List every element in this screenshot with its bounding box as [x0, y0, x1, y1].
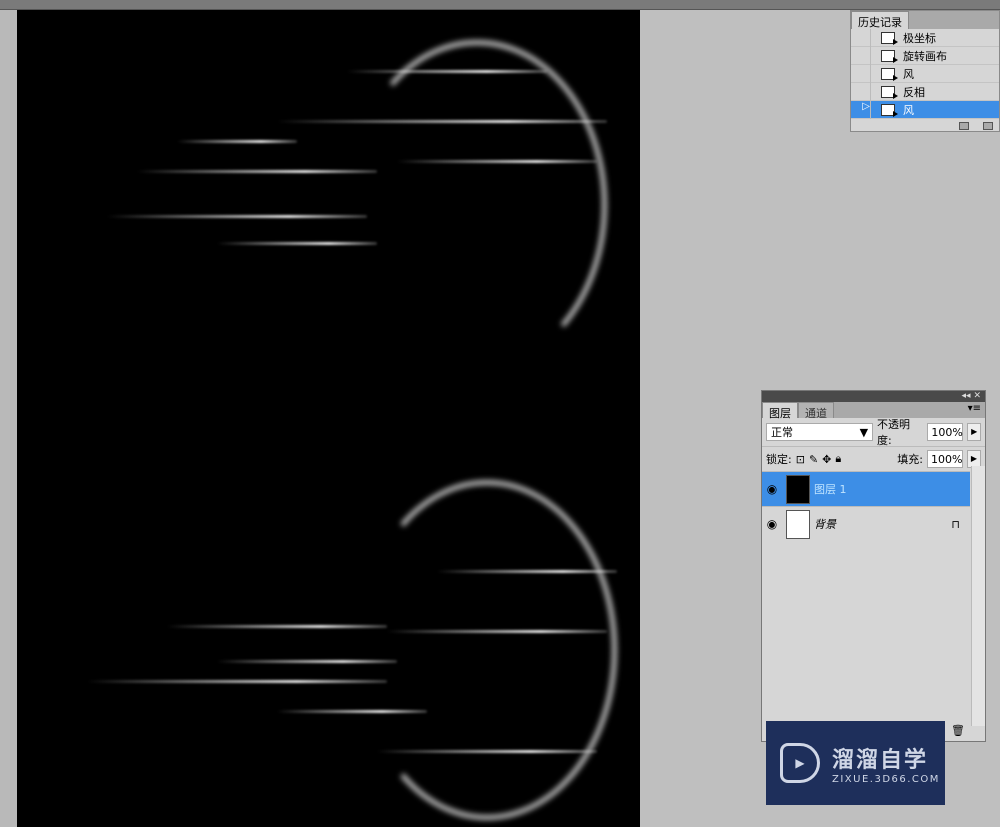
artwork-stroke: [177, 140, 297, 143]
artwork-stroke: [277, 120, 607, 123]
tab-layers[interactable]: 图层: [762, 402, 798, 420]
lock-position-icon[interactable]: ✥: [822, 453, 831, 466]
history-item-label: 风: [903, 67, 914, 81]
watermark-url: ZIXUE.3D66.COM: [832, 773, 940, 785]
layer-row[interactable]: ◉ 背景 ⊓: [762, 506, 970, 541]
snapshot-checkbox[interactable]: [851, 46, 871, 65]
layer-name[interactable]: 背景: [814, 516, 836, 532]
fill-label: 填充:: [897, 453, 923, 466]
lock-all-icon[interactable]: 🔒︎: [835, 452, 841, 466]
layer-lock-icon: ⊓: [951, 517, 960, 531]
history-state-icon: [881, 49, 898, 63]
close-icon[interactable]: ✕: [973, 391, 981, 401]
history-item-label: 风: [903, 103, 914, 117]
blend-mode-select[interactable]: 正常 ▼: [766, 423, 874, 441]
history-item[interactable]: 旋转画布: [851, 46, 999, 65]
snapshot-checkbox[interactable]: [851, 64, 871, 83]
visibility-eye-icon[interactable]: ◉: [762, 482, 782, 496]
panel-menu-icon[interactable]: ▾≡: [968, 403, 981, 414]
artwork-stroke: [217, 242, 377, 245]
history-item-label: 旋转画布: [903, 49, 947, 63]
artwork-stroke: [357, 480, 617, 820]
artwork-stroke: [397, 160, 597, 163]
artwork-stroke: [137, 170, 377, 173]
artwork-stroke: [377, 750, 597, 753]
history-state-icon: [881, 67, 898, 81]
fill-input[interactable]: 100%: [927, 450, 963, 468]
layer-name[interactable]: 图层 1: [814, 481, 847, 497]
history-item[interactable]: 风: [851, 64, 999, 83]
new-document-icon[interactable]: [959, 122, 969, 130]
layers-panel: ◂◂ ✕ 图层 通道 ▾≡ 正常 ▼ 不透明度: 100% ▶ 锁定: ⊡ ✎ ✥…: [761, 390, 986, 742]
snapshot-checkbox[interactable]: [851, 82, 871, 101]
artwork-stroke: [347, 40, 607, 370]
opacity-slider-button[interactable]: ▶: [967, 423, 981, 441]
history-panel: 历史记录 极坐标 旋转画布 风 反相 ▷ 风: [850, 10, 1000, 132]
watermark-title: 溜溜自学: [832, 747, 929, 773]
artwork-stroke: [347, 70, 547, 73]
top-bar: [0, 0, 1000, 10]
snapshot-checkbox[interactable]: [851, 28, 871, 47]
play-logo-icon: ▶︎: [780, 743, 820, 783]
layer-row-selected[interactable]: ◉ 图层 1: [762, 471, 970, 506]
history-state-icon: [881, 85, 898, 99]
lock-transparent-icon[interactable]: ⊡: [796, 453, 805, 466]
lock-image-icon[interactable]: ✎: [809, 453, 818, 466]
blend-mode-value: 正常: [771, 426, 793, 439]
history-item-selected[interactable]: ▷ 风: [851, 100, 999, 119]
layer-thumbnail: [786, 474, 810, 504]
new-snapshot-icon[interactable]: [983, 122, 993, 130]
history-item-label: 反相: [903, 85, 925, 99]
history-state-icon: [881, 103, 898, 117]
artwork-stroke: [277, 710, 427, 713]
artwork-stroke: [217, 660, 397, 663]
artwork-stroke: [387, 630, 607, 633]
document-canvas[interactable]: [17, 10, 640, 827]
artwork-stroke: [167, 625, 387, 628]
tab-channels[interactable]: 通道: [798, 402, 834, 420]
artwork-stroke: [437, 570, 617, 573]
lock-label: 锁定:: [766, 453, 792, 466]
history-item[interactable]: 反相: [851, 82, 999, 101]
watermark: ▶︎ 溜溜自学 ZIXUE.3D66.COM: [766, 721, 945, 805]
visibility-eye-icon[interactable]: ◉: [762, 517, 782, 531]
history-state-icon: [881, 31, 898, 45]
artwork-stroke: [107, 215, 367, 218]
layer-thumbnail: [786, 509, 810, 539]
history-item[interactable]: 极坐标: [851, 28, 999, 47]
chevron-down-icon: ▼: [859, 425, 869, 439]
tab-history[interactable]: 历史记录: [851, 11, 909, 29]
collapse-icon[interactable]: ◂◂: [962, 391, 971, 401]
history-brush-source-icon[interactable]: ▷: [851, 100, 871, 119]
opacity-label: 不透明度:: [877, 418, 911, 447]
layers-scrollbar[interactable]: [971, 466, 985, 726]
left-toolbar-strip: [0, 10, 17, 827]
history-item-label: 极坐标: [903, 31, 936, 45]
opacity-input[interactable]: 100%: [927, 423, 964, 441]
delete-layer-icon[interactable]: 🗑︎: [951, 724, 965, 737]
artwork-stroke: [87, 680, 387, 683]
